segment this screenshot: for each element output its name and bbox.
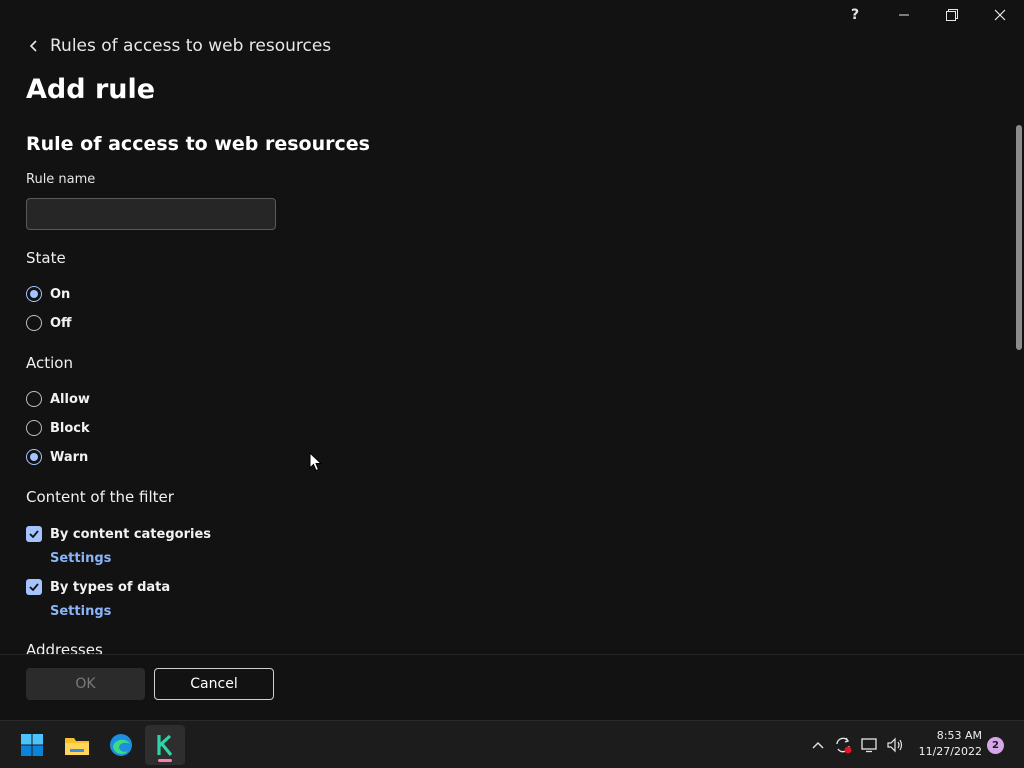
action-title: Action	[26, 354, 73, 372]
mouse-cursor-icon	[309, 452, 323, 472]
rule-name-input[interactable]	[26, 198, 276, 230]
content-categories-settings-link[interactable]: Settings	[50, 551, 111, 566]
action-block-label: Block	[50, 420, 90, 436]
cancel-button[interactable]: Cancel	[154, 668, 274, 700]
close-icon	[994, 9, 1006, 21]
clock[interactable]: 8:53 AM 11/27/2022	[912, 728, 982, 760]
addresses-title: Addresses	[26, 641, 103, 654]
chevron-up-icon	[812, 742, 824, 749]
back-arrow-icon[interactable]	[26, 38, 42, 54]
back-navigation[interactable]: Rules of access to web resources	[26, 34, 331, 58]
start-button[interactable]	[12, 725, 52, 765]
taskbar: 8:53 AM 11/27/2022 2	[0, 720, 1024, 768]
content-categories-checkbox[interactable]: By content categories	[26, 524, 211, 544]
action-warn-label: Warn	[50, 449, 89, 465]
state-on-radio[interactable]: On	[26, 284, 70, 304]
rule-name-label: Rule name	[26, 172, 96, 187]
clock-date: 11/27/2022	[918, 745, 982, 758]
kaspersky-button[interactable]	[145, 725, 185, 765]
speaker-icon	[887, 737, 903, 753]
file-explorer-button[interactable]	[57, 725, 97, 765]
minimize-icon	[899, 14, 909, 16]
action-allow-radio[interactable]: Allow	[26, 389, 90, 409]
action-allow-label: Allow	[50, 391, 90, 407]
clock-time: 8:53 AM	[936, 729, 982, 742]
data-types-settings-link[interactable]: Settings	[50, 604, 111, 619]
state-off-label: Off	[50, 315, 72, 331]
kaspersky-icon	[157, 734, 173, 757]
data-types-label: By types of data	[50, 579, 171, 595]
radio-unchecked-icon[interactable]	[26, 420, 42, 436]
file-explorer-icon	[65, 738, 89, 755]
action-block-radio[interactable]: Block	[26, 418, 90, 438]
ok-button[interactable]: OK	[26, 668, 145, 700]
volume-button[interactable]	[885, 735, 905, 755]
restore-icon	[946, 9, 958, 21]
windows-start-icon	[21, 734, 43, 756]
edge-icon	[110, 734, 132, 756]
restore-button[interactable]	[928, 0, 976, 30]
page-title: Add rule	[26, 74, 156, 105]
filter-title: Content of the filter	[26, 488, 174, 506]
network-button[interactable]	[860, 735, 880, 755]
radio-unchecked-icon[interactable]	[26, 391, 42, 407]
action-warn-radio[interactable]: Warn	[26, 447, 88, 467]
scrollbar-thumb[interactable]	[1016, 125, 1022, 350]
state-off-radio[interactable]: Off	[26, 313, 72, 333]
show-hidden-icons-button[interactable]	[808, 735, 828, 755]
state-title: State	[26, 249, 66, 267]
network-icon	[861, 738, 877, 753]
radio-unchecked-icon[interactable]	[26, 315, 42, 331]
radio-checked-icon[interactable]	[26, 449, 42, 465]
data-types-checkbox[interactable]: By types of data	[26, 577, 170, 597]
checkbox-checked-icon[interactable]	[26, 526, 42, 542]
edge-button[interactable]	[101, 725, 141, 765]
minimize-button[interactable]	[880, 0, 928, 30]
content-categories-label: By content categories	[50, 526, 211, 542]
checkbox-checked-icon[interactable]	[26, 579, 42, 595]
section-title: Rule of access to web resources	[26, 133, 370, 155]
breadcrumb[interactable]: Rules of access to web resources	[50, 36, 331, 56]
help-label: ?	[850, 7, 860, 23]
close-button[interactable]	[976, 0, 1024, 30]
footer-divider	[0, 654, 1024, 655]
active-app-indicator	[158, 759, 172, 762]
help-button[interactable]: ?	[831, 0, 879, 30]
state-on-label: On	[50, 286, 71, 302]
radio-checked-icon[interactable]	[26, 286, 42, 302]
notification-badge[interactable]: 2	[987, 737, 1004, 754]
sync-status-button[interactable]	[833, 735, 853, 755]
sync-alert-icon	[836, 737, 852, 754]
